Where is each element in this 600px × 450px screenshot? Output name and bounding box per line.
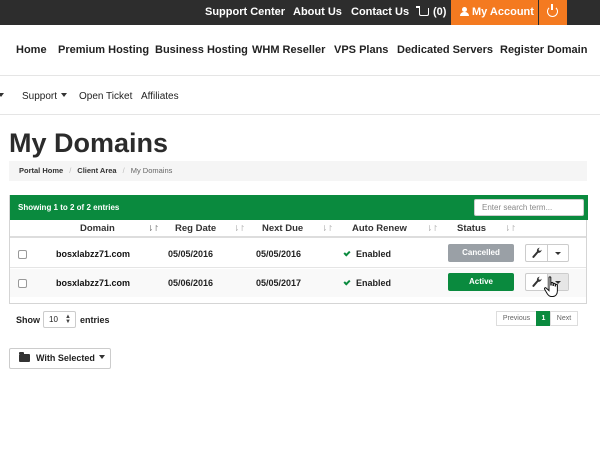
cart-count: (0) [433, 6, 447, 18]
subnav-open-ticket[interactable]: Open Ticket [79, 91, 132, 102]
sort-icon: ⇂↾ [233, 224, 245, 233]
my-account-label: My Account [472, 6, 534, 18]
next-due: 05/05/2017 [256, 278, 302, 288]
breadcrumb-separator: / [122, 166, 125, 175]
show-label: Show [16, 315, 40, 325]
top-utility-bar: Support Center About Us Contact Us (0) M… [0, 0, 600, 25]
nav-dedicated-servers[interactable]: Dedicated Servers [397, 44, 493, 56]
auto-renew: Enabled [343, 269, 392, 297]
subnav-prev-dropdown[interactable] [0, 91, 4, 102]
power-icon [547, 4, 558, 17]
chevron-down-icon [555, 252, 561, 255]
table-info: Showing 1 to 2 of 2 entries [18, 203, 120, 212]
wrench-icon [532, 247, 542, 258]
cart-icon [416, 6, 429, 16]
sort-asc-icon: ⇂↾ [147, 224, 159, 233]
col-reg-date[interactable]: Reg Date [175, 220, 216, 238]
about-us-link[interactable]: About Us [293, 0, 342, 25]
entries-label: entries [80, 315, 110, 325]
next-due: 05/05/2016 [256, 249, 302, 259]
page-1-button[interactable]: 1 [536, 311, 551, 326]
next-page-button[interactable]: Next [550, 311, 578, 326]
wrench-icon [532, 276, 542, 287]
chevron-down-icon [61, 93, 68, 97]
contact-us-link[interactable]: Contact Us [351, 0, 409, 25]
nav-register-domain[interactable]: Register Domain [500, 44, 587, 56]
row-checkbox[interactable] [18, 279, 27, 288]
with-selected-button[interactable]: With Selected [9, 348, 111, 369]
page-title: My Domains [9, 128, 169, 158]
col-domain[interactable]: Domain [80, 220, 115, 238]
my-account-button[interactable]: My Account [451, 0, 538, 25]
subnav-support[interactable]: Support [22, 91, 68, 102]
subnav-affiliates[interactable]: Affiliates [141, 91, 179, 102]
hand-cursor-icon [543, 276, 558, 297]
breadcrumb: Portal Home / Client Area / My Domains [9, 161, 587, 181]
sort-icon: ⇂↾ [426, 224, 438, 233]
page-length-value: 10 [49, 315, 58, 324]
check-icon [343, 249, 351, 257]
logout-button[interactable] [539, 0, 567, 25]
col-auto-renew[interactable]: Auto Renew [352, 220, 407, 238]
nav-business-hosting[interactable]: Business Hosting [155, 44, 248, 56]
sort-icon: ⇂↾ [504, 224, 516, 233]
domain-name[interactable]: bosxlabzz71.com [56, 240, 130, 268]
breadcrumb-portal-home[interactable]: Portal Home [19, 166, 63, 175]
domains-table-panel: Showing 1 to 2 of 2 entries Domain ⇂↾ Re… [9, 195, 588, 304]
nav-whm-reseller[interactable]: WHM Reseller [252, 44, 325, 56]
support-center-link[interactable]: Support Center [205, 0, 285, 25]
actions-dropdown-button[interactable] [548, 245, 568, 261]
table-row[interactable]: bosxlabzz71.com 05/05/2016 05/05/2016 En… [10, 240, 586, 268]
breadcrumb-separator: / [69, 166, 72, 175]
main-nav: Home Premium Hosting Business Hosting WH… [0, 25, 600, 76]
folder-open-icon [19, 352, 30, 362]
chevron-down-icon [98, 355, 105, 359]
manage-button[interactable] [526, 245, 548, 261]
sort-icon: ⇂↾ [321, 224, 333, 233]
breadcrumb-current: My Domains [130, 166, 173, 175]
check-icon [343, 278, 351, 286]
page-length-select[interactable]: 10 ▲ ▼ [43, 311, 76, 328]
with-selected-label: With Selected [36, 353, 95, 363]
row-actions [525, 244, 569, 262]
subnav-support-label: Support [22, 91, 58, 102]
previous-page-button[interactable]: Previous [496, 311, 537, 326]
breadcrumb-client-area[interactable]: Client Area [77, 166, 116, 175]
auto-renew-label: Enabled [356, 278, 392, 288]
auto-renew-label: Enabled [356, 249, 392, 259]
auto-renew: Enabled [343, 240, 392, 268]
col-status[interactable]: Status [457, 220, 486, 238]
user-icon [460, 7, 469, 16]
reg-date: 05/06/2016 [168, 278, 214, 288]
row-checkbox[interactable] [18, 250, 27, 259]
reg-date: 05/05/2016 [168, 249, 214, 259]
col-next-due[interactable]: Next Due [262, 220, 303, 238]
table-row[interactable]: bosxlabzz71.com 05/06/2016 05/05/2017 En… [10, 269, 586, 297]
cart-link[interactable]: (0) [416, 0, 447, 25]
domain-name[interactable]: bosxlabzz71.com [56, 269, 130, 297]
status-badge: Active [448, 273, 514, 291]
search-input[interactable] [474, 199, 584, 216]
chevron-down-icon [0, 93, 4, 97]
updown-icon: ▲ ▼ [65, 314, 71, 325]
nav-home[interactable]: Home [16, 44, 47, 56]
nav-premium-hosting[interactable]: Premium Hosting [58, 44, 149, 56]
nav-vps-plans[interactable]: VPS Plans [334, 44, 388, 56]
client-subnav: Support Open Ticket Affiliates [0, 77, 600, 115]
table-header: Domain ⇂↾ Reg Date ⇂↾ Next Due ⇂↾ Auto R… [10, 220, 586, 238]
table-toolbar: Showing 1 to 2 of 2 entries [10, 195, 588, 220]
status-badge: Cancelled [448, 244, 514, 262]
